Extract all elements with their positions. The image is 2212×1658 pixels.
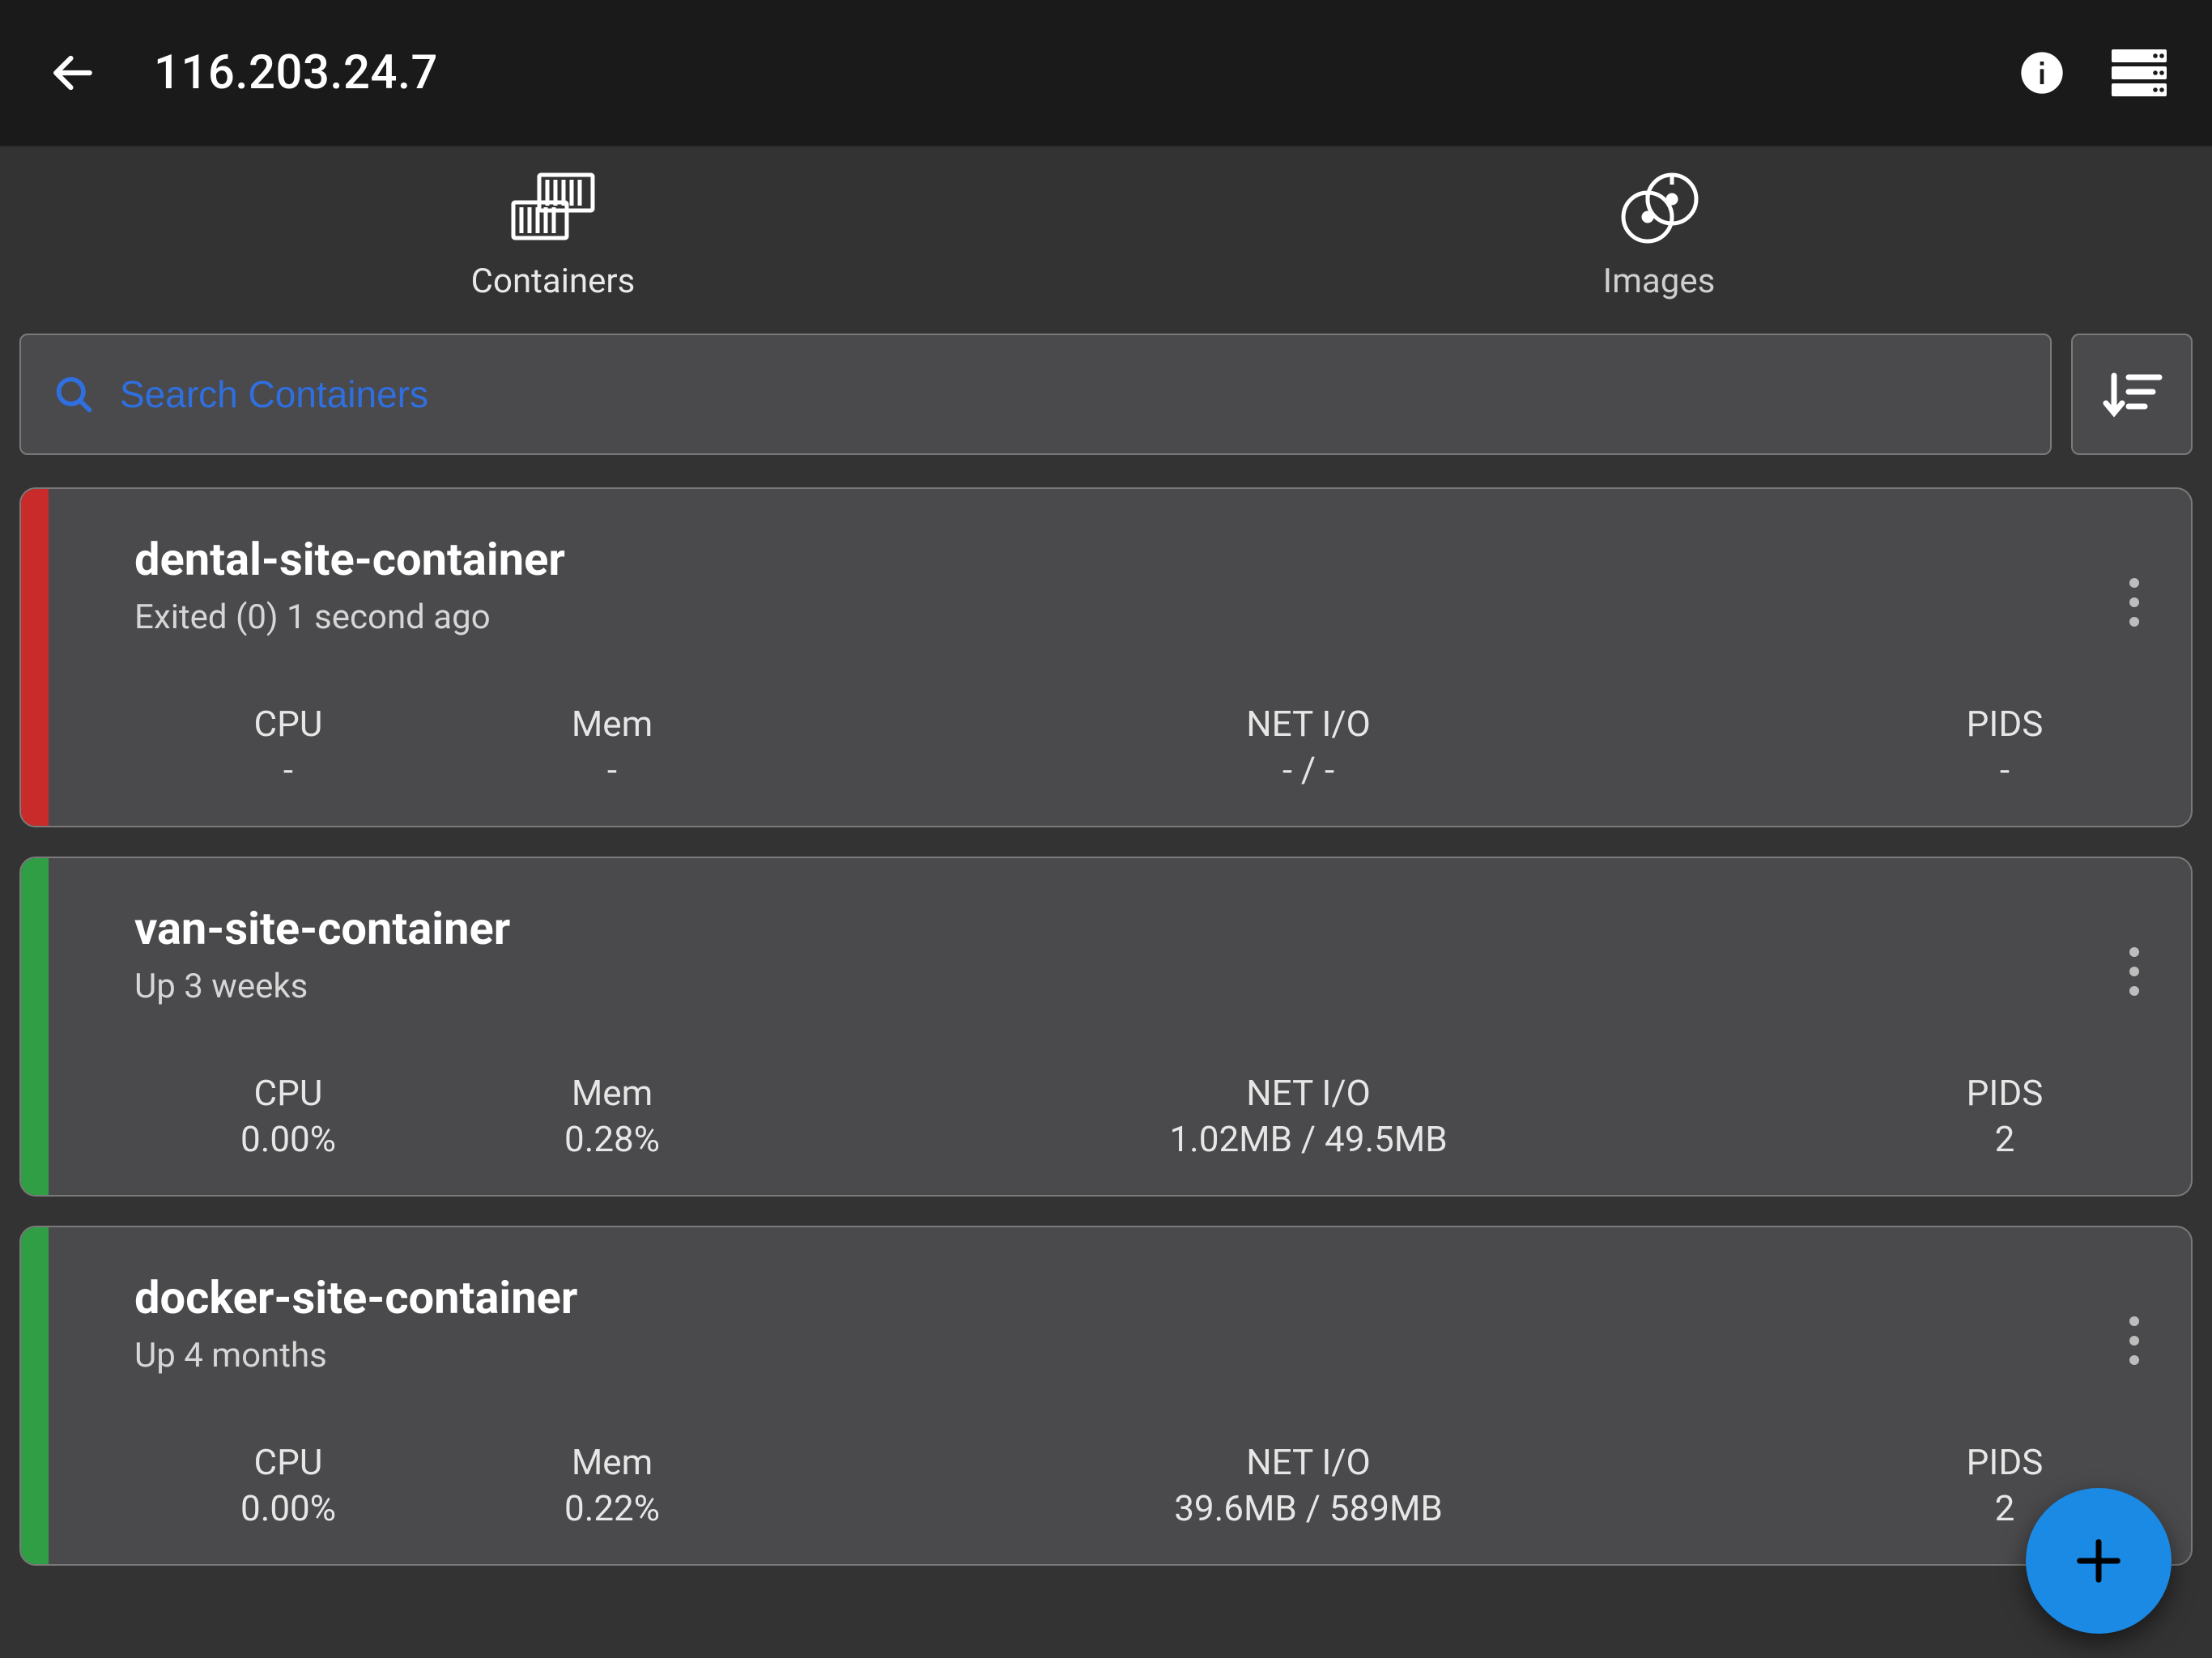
more-vert-icon (2129, 1315, 2140, 1367)
search-input[interactable] (120, 372, 2026, 416)
info-button[interactable] (2001, 32, 2082, 113)
container-name: van-site-container (134, 902, 2175, 955)
container-card[interactable]: docker-site-container Up 4 months CPU0.0… (19, 1226, 2193, 1566)
add-button[interactable] (2026, 1488, 2172, 1634)
container-status: Exited (0) 1 second ago (134, 597, 2175, 637)
stat-cpu: CPU- (134, 701, 442, 793)
container-card[interactable]: dental-site-container Exited (0) 1 secon… (19, 487, 2193, 827)
top-bar: 116.203.24.7 (0, 0, 2212, 146)
container-stats: CPU- Mem- NET I/O- / - PIDS- (134, 701, 2175, 801)
card-body: van-site-container Up 3 weeks CPU0.00% M… (78, 858, 2191, 1195)
card-body: dental-site-container Exited (0) 1 secon… (78, 489, 2191, 826)
container-stats: CPU0.00% Mem0.28% NET I/O1.02MB / 49.5MB… (134, 1070, 2175, 1171)
card-body: docker-site-container Up 4 months CPU0.0… (78, 1227, 2191, 1564)
stat-mem: Mem0.22% (442, 1439, 782, 1532)
card-more-button[interactable] (2110, 1300, 2159, 1381)
container-card[interactable]: van-site-container Up 3 weeks CPU0.00% M… (19, 857, 2193, 1197)
more-vert-icon (2129, 946, 2140, 997)
stat-netio: NET I/O1.02MB / 49.5MB (782, 1070, 1835, 1163)
stat-pids: PIDS- (1835, 701, 2175, 793)
servers-button[interactable] (2099, 32, 2180, 113)
stat-mem: Mem0.28% (442, 1070, 782, 1163)
container-name: docker-site-container (134, 1271, 2175, 1324)
tab-bar: Containers Images (0, 146, 2212, 324)
containers-icon (508, 170, 598, 247)
sort-button[interactable] (2071, 334, 2193, 455)
tab-containers-label: Containers (471, 261, 636, 301)
app-root: 116.203.24.7 (0, 0, 2212, 1658)
status-indicator (21, 489, 49, 826)
container-name: dental-site-container (134, 533, 2175, 586)
page-title: 116.203.24.7 (154, 45, 438, 100)
tab-images-label: Images (1603, 261, 1716, 301)
card-more-button[interactable] (2110, 562, 2159, 643)
card-more-button[interactable] (2110, 931, 2159, 1012)
info-icon (2019, 50, 2065, 96)
plus-icon (2070, 1533, 2127, 1589)
sort-desc-icon (2099, 366, 2164, 423)
status-indicator (21, 1227, 49, 1564)
container-status: Up 3 weeks (134, 967, 2175, 1006)
status-indicator (21, 858, 49, 1195)
back-button[interactable] (32, 32, 113, 113)
search-icon (45, 373, 102, 415)
stat-mem: Mem- (442, 701, 782, 793)
container-status: Up 4 months (134, 1336, 2175, 1375)
stat-netio: NET I/O39.6MB / 589MB (782, 1439, 1835, 1532)
search-box[interactable] (19, 334, 2052, 455)
search-row (0, 324, 2212, 471)
tab-containers[interactable]: Containers (0, 147, 1106, 324)
container-stats: CPU0.00% Mem0.22% NET I/O39.6MB / 589MB … (134, 1439, 2175, 1540)
arrow-left-icon (48, 48, 98, 98)
stat-cpu: CPU0.00% (134, 1439, 442, 1532)
images-icon (1610, 170, 1708, 247)
tab-images[interactable]: Images (1106, 147, 2212, 324)
stat-cpu: CPU0.00% (134, 1070, 442, 1163)
server-stack-icon (2112, 49, 2167, 96)
containers-list: dental-site-container Exited (0) 1 secon… (0, 471, 2212, 1566)
stat-netio: NET I/O- / - (782, 701, 1835, 793)
more-vert-icon (2129, 576, 2140, 628)
stat-pids: PIDS2 (1835, 1070, 2175, 1163)
